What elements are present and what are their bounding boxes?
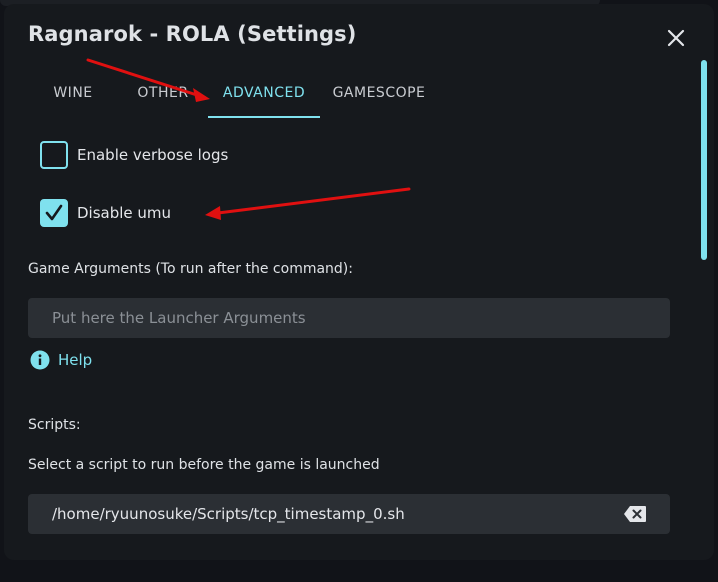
scripts-description: Select a script to run before the game i… bbox=[28, 457, 380, 473]
game-arguments-label: Game Arguments (To run after the command… bbox=[28, 261, 353, 277]
tab-advanced[interactable]: ADVANCED bbox=[208, 76, 320, 118]
info-icon bbox=[30, 350, 50, 370]
tab-wine[interactable]: WINE bbox=[28, 76, 118, 118]
checkmark-icon bbox=[45, 204, 63, 221]
disable-umu-label: Disable umu bbox=[77, 204, 172, 222]
tab-gamescope[interactable]: GAMESCOPE bbox=[324, 76, 434, 118]
settings-tabs: WINE OTHER ADVANCED GAMESCOPE bbox=[28, 76, 448, 118]
script-path-field[interactable]: /home/ryuunosuke/Scripts/tcp_timestamp_0… bbox=[28, 494, 670, 534]
scrollbar-thumb[interactable] bbox=[701, 60, 707, 260]
scripts-label: Scripts: bbox=[28, 417, 81, 433]
verbose-logs-checkbox[interactable] bbox=[40, 141, 68, 169]
settings-dialog: Ragnarok - ROLA (Settings) WINE OTHER AD… bbox=[4, 4, 714, 560]
scrollbar[interactable] bbox=[701, 60, 707, 260]
backspace-clear-icon bbox=[624, 506, 646, 522]
disable-umu-option[interactable]: Disable umu bbox=[40, 199, 171, 227]
close-button[interactable] bbox=[664, 26, 688, 50]
tab-other[interactable]: OTHER bbox=[118, 76, 208, 118]
script-path: /home/ryuunosuke/Scripts/tcp_timestamp_0… bbox=[52, 505, 405, 523]
game-arguments-input[interactable] bbox=[28, 298, 670, 338]
verbose-logs-option[interactable]: Enable verbose logs bbox=[40, 141, 228, 169]
help-link[interactable]: Help bbox=[30, 350, 92, 370]
disable-umu-checkbox[interactable] bbox=[40, 199, 68, 227]
help-label: Help bbox=[58, 351, 93, 369]
clear-script-button[interactable] bbox=[622, 502, 648, 526]
close-icon bbox=[667, 29, 685, 47]
verbose-logs-label: Enable verbose logs bbox=[77, 146, 229, 164]
dialog-title: Ragnarok - ROLA (Settings) bbox=[28, 22, 357, 46]
